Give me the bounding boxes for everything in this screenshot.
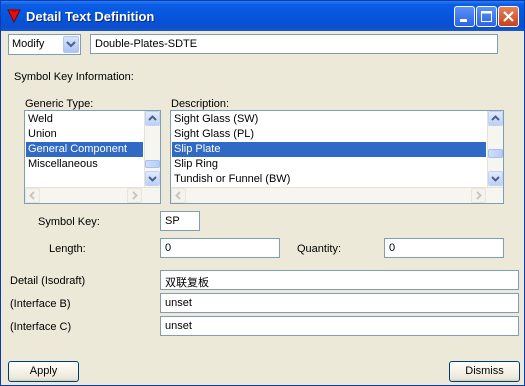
chevron-up-icon [148, 115, 157, 121]
mode-select[interactable]: Modify [8, 34, 81, 55]
scroll-up-button[interactable] [145, 111, 160, 126]
minimize-button[interactable] [454, 6, 475, 27]
chevron-down-icon [491, 176, 500, 182]
chevron-left-icon [29, 191, 35, 200]
detail-isodraft-label: Detail (Isodraft) [10, 275, 86, 287]
chevron-up-icon [491, 115, 500, 121]
app-logo-icon [7, 8, 21, 24]
symbol-key-value: SP [165, 215, 180, 227]
scroll-up-button[interactable] [488, 111, 503, 126]
description-item-sight-glass-pl[interactable]: Sight Glass (PL) [172, 127, 486, 142]
symbol-key-label: Symbol Key: [38, 216, 100, 228]
chevron-left-icon [175, 191, 181, 200]
description-item-sight-glass-sw[interactable]: Sight Glass (SW) [172, 112, 486, 127]
description-vertical-scrollbar[interactable] [487, 111, 503, 187]
generic-type-label: Generic Type: [25, 98, 94, 110]
generic-type-vertical-scrollbar[interactable] [144, 111, 160, 187]
dialog-window: Detail Text Definition Modify Double-Pla… [0, 0, 525, 386]
interface-c-field[interactable]: unset [160, 316, 519, 336]
mode-select-value: Modify [12, 38, 45, 50]
description-list[interactable]: Sight Glass (SW) Sight Glass (PL) Slip P… [170, 110, 504, 204]
quantity-field[interactable]: 0 [384, 238, 504, 258]
scroll-right-button[interactable] [471, 188, 486, 203]
maximize-icon [481, 11, 492, 22]
window-title: Detail Text Definition [26, 9, 155, 24]
mode-select-dropdown-button[interactable] [63, 36, 79, 53]
scroll-right-button[interactable] [127, 188, 142, 203]
scroll-down-button[interactable] [145, 171, 160, 186]
chevron-down-icon [148, 176, 157, 182]
scroll-thumb[interactable] [488, 149, 503, 158]
length-field[interactable]: 0 [160, 238, 280, 258]
description-item-slip-plate[interactable]: Slip Plate [172, 142, 486, 157]
description-label: Description: [171, 98, 230, 110]
generic-type-item-miscellaneous[interactable]: Miscellaneous [26, 157, 143, 172]
close-button[interactable] [498, 6, 519, 27]
generic-type-item-weld[interactable]: Weld [26, 112, 143, 127]
symbol-key-info-heading: Symbol Key Information: [14, 71, 134, 83]
chevron-right-icon [476, 191, 482, 200]
quantity-label: Quantity: [297, 243, 342, 255]
maximize-button[interactable] [476, 6, 497, 27]
minimize-icon [460, 19, 467, 22]
scroll-thumb[interactable] [145, 160, 160, 168]
scroll-left-button[interactable] [171, 188, 186, 203]
generic-type-horizontal-scrollbar[interactable] [25, 187, 160, 203]
description-horizontal-scrollbar[interactable] [171, 187, 503, 203]
generic-type-list[interactable]: Weld Union General Component Miscellaneo… [24, 110, 161, 204]
length-label: Length: [49, 243, 86, 255]
length-value: 0 [165, 242, 172, 254]
scroll-down-button[interactable] [488, 171, 503, 186]
dismiss-button[interactable]: Dismiss [449, 361, 520, 382]
apply-button[interactable]: Apply [8, 361, 79, 382]
close-icon [503, 11, 514, 22]
detail-isodraft-field[interactable]: 双联复板 [160, 270, 519, 290]
generic-type-item-general-component[interactable]: General Component [26, 142, 143, 157]
interface-c-value: unset [165, 320, 192, 332]
interface-c-label: (Interface C) [10, 321, 72, 333]
generic-type-item-union[interactable]: Union [26, 127, 143, 142]
interface-b-field[interactable]: unset [160, 293, 519, 313]
description-item-tundish-funnel-bw[interactable]: Tundish or Funnel (BW) [172, 172, 486, 187]
detail-name-value: Double-Plates-SDTE [95, 38, 198, 50]
interface-b-label: (Interface B) [10, 298, 71, 310]
symbol-key-field[interactable]: SP [160, 211, 200, 231]
chevron-right-icon [132, 191, 138, 200]
quantity-value: 0 [389, 242, 396, 254]
detail-name-field[interactable]: Double-Plates-SDTE [90, 34, 498, 54]
chevron-down-icon [66, 41, 76, 48]
title-bar[interactable]: Detail Text Definition [1, 1, 524, 31]
interface-b-value: unset [165, 297, 192, 309]
detail-isodraft-value: 双联复板 [165, 277, 209, 289]
scroll-left-button[interactable] [25, 188, 40, 203]
description-item-slip-ring[interactable]: Slip Ring [172, 157, 486, 172]
